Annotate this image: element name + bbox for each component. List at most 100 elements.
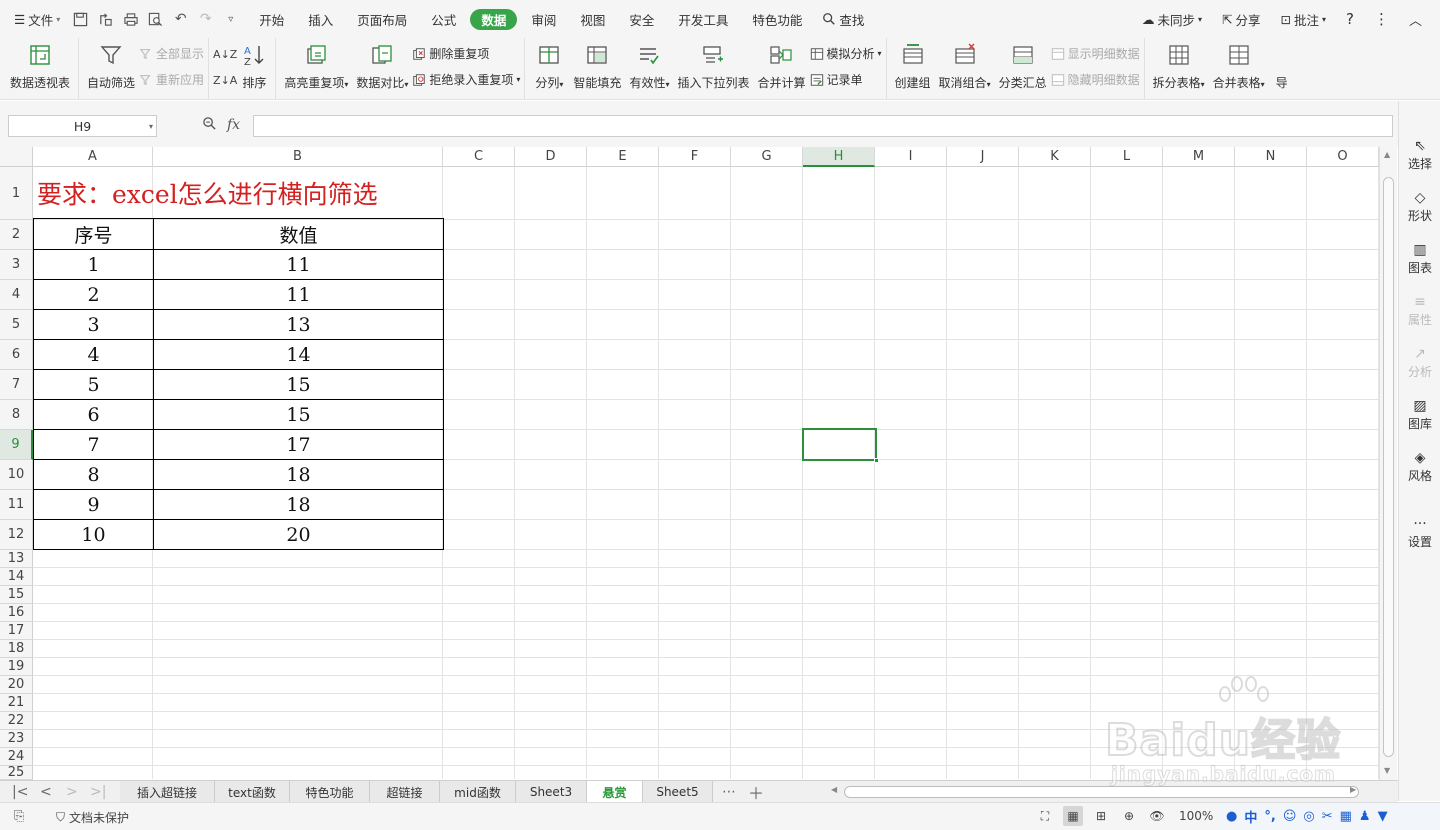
sheet-tab[interactable]: Sheet3 — [516, 781, 587, 803]
consolidate-button[interactable]: 合并计算 — [753, 42, 809, 91]
page-break-view-icon[interactable]: ⊞ — [1091, 806, 1111, 826]
style-pane-button[interactable]: ◈ 风格 — [1399, 449, 1440, 484]
ungroup-button[interactable]: 取消组合▾ — [935, 42, 995, 91]
select-all-corner[interactable] — [0, 147, 33, 167]
sync-button[interactable]: ☁ 未同步 ▾ — [1134, 10, 1210, 29]
autofilter-button[interactable]: 自动筛选 — [83, 42, 139, 91]
print-preview-icon[interactable] — [143, 7, 168, 31]
smart-fill-button[interactable]: 智能填充 — [569, 42, 625, 91]
settings-pane-button[interactable]: ··· 设置 — [1399, 515, 1440, 550]
subtotal-button[interactable]: 分类汇总 — [995, 42, 1051, 91]
index-cell[interactable]: 2 — [33, 279, 154, 310]
row-header-23[interactable]: 23 — [0, 730, 33, 748]
scroll-up-icon[interactable]: ▲ — [1384, 150, 1390, 159]
horizontal-scroll-thumb[interactable] — [844, 786, 1359, 798]
sort-desc-icon[interactable]: Z↓A — [213, 70, 237, 91]
column-header-i[interactable]: I — [875, 147, 947, 167]
reapply-button[interactable]: 重新应用 — [139, 69, 204, 90]
index-cell[interactable]: 3 — [33, 309, 154, 340]
index-cell[interactable]: 7 — [33, 429, 154, 460]
row-header-3[interactable]: 3 — [0, 250, 33, 280]
share-button[interactable]: ⇱ 分享 — [1214, 10, 1269, 29]
fill-handle[interactable] — [874, 458, 879, 463]
column-header-m[interactable]: M — [1163, 147, 1235, 167]
value-cell[interactable]: 15 — [153, 399, 444, 430]
sheet-tab[interactable]: 悬赏 — [587, 781, 643, 803]
column-header-l[interactable]: L — [1091, 147, 1163, 167]
tab-page-layout[interactable]: 页面布局 — [349, 10, 415, 29]
tab-security[interactable]: 安全 — [621, 10, 662, 29]
reading-mode-icon[interactable]: ⊕ — [1119, 806, 1139, 826]
split-column-button[interactable]: 分列▾ — [529, 42, 569, 91]
header-cell-value[interactable]: 数值 — [153, 218, 444, 250]
redo-icon[interactable]: ↷ — [193, 7, 218, 31]
help-icon[interactable]: ? — [1338, 10, 1362, 28]
eye-protection-icon[interactable]: 👁 — [1147, 806, 1167, 826]
vertical-scroll-thumb[interactable] — [1383, 177, 1394, 757]
sheet-tab[interactable]: mid函数 — [440, 781, 516, 803]
split-table-button[interactable]: 拆分表格▾ — [1149, 42, 1209, 91]
row-header-21[interactable]: 21 — [0, 694, 33, 712]
row-header-24[interactable]: 24 — [0, 748, 33, 766]
first-sheet-icon[interactable]: |< — [12, 781, 28, 803]
customize-toolbar-icon[interactable]: ▿ — [218, 7, 243, 31]
row-header-7[interactable]: 7 — [0, 370, 33, 400]
row-header-13[interactable]: 13 — [0, 550, 33, 568]
row-header-2[interactable]: 2 — [0, 220, 33, 250]
export-more-button[interactable]: 导 — [1269, 42, 1295, 91]
tab-developer[interactable]: 开发工具 — [670, 10, 736, 29]
sheet-tab[interactable]: 特色功能 — [290, 781, 370, 803]
normal-view-icon[interactable]: ▦ — [1063, 806, 1083, 826]
tab-data[interactable]: 数据 — [470, 8, 518, 30]
prev-sheet-icon[interactable]: < — [40, 781, 52, 803]
formula-input[interactable] — [253, 115, 1393, 137]
name-box[interactable]: H9 ▾ — [8, 115, 157, 137]
tab-start[interactable]: 开始 — [251, 10, 292, 29]
index-cell[interactable]: 5 — [33, 369, 154, 400]
sort-button[interactable]: AZ 排序 — [237, 42, 271, 91]
value-cell[interactable]: 13 — [153, 309, 444, 340]
index-cell[interactable]: 1 — [33, 249, 154, 280]
value-cell[interactable]: 11 — [153, 249, 444, 280]
reject-duplicates-button[interactable]: 拒绝录入重复项 ▾ — [412, 69, 520, 90]
value-cell[interactable]: 18 — [153, 459, 444, 490]
column-header-f[interactable]: F — [659, 147, 731, 167]
add-sheet-icon[interactable]: ＋ — [748, 781, 764, 803]
column-header-b[interactable]: B — [153, 147, 443, 167]
show-all-button[interactable]: 全部显示 — [139, 43, 204, 64]
row-header-25[interactable]: 25 — [0, 765, 33, 780]
fullscreen-icon[interactable]: ⛶ — [1035, 806, 1055, 826]
insert-function-icon[interactable]: fx — [227, 117, 240, 133]
tab-view[interactable]: 视图 — [572, 10, 613, 29]
search-button[interactable]: 查找 — [814, 10, 872, 29]
delete-duplicates-button[interactable]: 删除重复项 — [412, 43, 520, 64]
export-icon[interactable] — [93, 7, 118, 31]
column-header-o[interactable]: O — [1307, 147, 1379, 167]
row-header-6[interactable]: 6 — [0, 340, 33, 370]
value-cell[interactable]: 14 — [153, 339, 444, 370]
collapse-ribbon-icon[interactable]: ︿ — [1401, 10, 1430, 29]
row-header-17[interactable]: 17 — [0, 622, 33, 640]
document-protection-status[interactable]: ⛉ 文档未保护 — [56, 809, 129, 826]
column-header-j[interactable]: J — [947, 147, 1019, 167]
print-icon[interactable] — [118, 7, 143, 31]
tab-formula[interactable]: 公式 — [423, 10, 464, 29]
simulate-analysis-button[interactable]: 模拟分析 ▾ — [810, 43, 882, 64]
property-pane-button[interactable]: ≡ 属性 — [1399, 293, 1440, 328]
highlight-duplicates-button[interactable]: 高亮重复项▾ — [280, 42, 352, 91]
index-cell[interactable]: 6 — [33, 399, 154, 430]
hide-detail-button[interactable]: 隐藏明细数据 — [1051, 69, 1140, 90]
chart-pane-button[interactable]: ▥ 图表 — [1399, 241, 1440, 276]
index-cell[interactable]: 4 — [33, 339, 154, 370]
show-detail-button[interactable]: 显示明细数据 — [1051, 43, 1140, 64]
row-header-14[interactable]: 14 — [0, 568, 33, 586]
sheet-tab[interactable]: 超链接 — [370, 781, 440, 803]
merge-table-button[interactable]: 合并表格▾ — [1209, 42, 1269, 91]
tab-special[interactable]: 特色功能 — [744, 10, 810, 29]
more-icon[interactable]: ⋮ — [1366, 10, 1397, 28]
scroll-left-icon[interactable]: ◀ — [831, 785, 837, 794]
sheet-title-cell[interactable]: 要求：excel怎么进行横向筛选 — [37, 175, 378, 211]
column-header-e[interactable]: E — [587, 147, 659, 167]
create-group-button[interactable]: 创建组 — [891, 42, 935, 91]
row-header-12[interactable]: 12 — [0, 520, 33, 550]
